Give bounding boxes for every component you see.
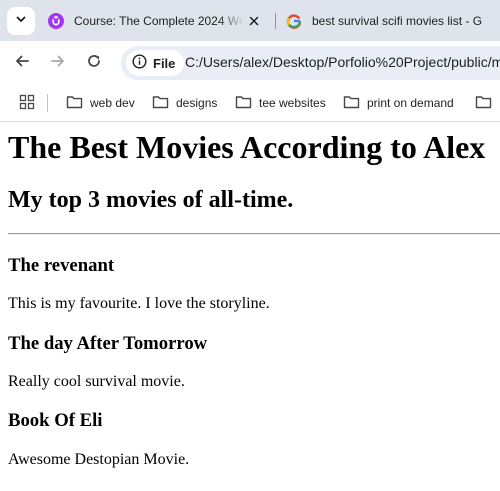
- google-icon: [286, 13, 302, 29]
- back-arrow-icon: [14, 53, 30, 74]
- tab-udemy-course[interactable]: Course: The Complete 2024 We: [44, 6, 270, 35]
- bookmark-label: designs: [176, 96, 218, 110]
- tab-search-button[interactable]: [7, 7, 35, 35]
- movie-title: The revenant: [8, 255, 115, 276]
- bookmark-label: print on demand: [367, 96, 454, 110]
- bookmark-folder-designs[interactable]: designs: [152, 92, 217, 114]
- folder-icon: [66, 95, 83, 112]
- movie-description: This is my favourite. I love the storyli…: [8, 295, 270, 312]
- forward-button[interactable]: [44, 49, 72, 77]
- bookmarks-separator: [47, 94, 48, 112]
- bookmark-folder-web-dev[interactable]: web dev: [66, 92, 135, 114]
- bookmarks-bar: web dev designs tee websites print on de…: [0, 85, 500, 122]
- apps-grid-icon[interactable]: [19, 94, 35, 115]
- bookmark-folder-tee-websites[interactable]: tee websites: [235, 92, 326, 114]
- horizontal-rule: [8, 233, 500, 235]
- scheme-label: File: [153, 55, 176, 71]
- reload-icon: [86, 53, 102, 74]
- chevron-down-icon: [15, 12, 27, 30]
- bookmark-label: web dev: [90, 96, 135, 110]
- tab-strip: Course: The Complete 2024 We best surviv…: [0, 0, 500, 41]
- page-content: The Best Movies According to Alex My top…: [0, 122, 500, 491]
- udemy-icon: [48, 12, 64, 29]
- tab-google-search[interactable]: best survival scifi movies list - G: [282, 6, 500, 35]
- bookmark-folder-print-on-demand[interactable]: print on demand: [343, 92, 454, 114]
- movie-description: Awesome Destopian Movie.: [8, 451, 190, 468]
- reload-button[interactable]: [80, 49, 108, 77]
- browser-toolbar: File C:/Users/alex/Desktop/Porfolio%20Pr…: [0, 41, 500, 85]
- address-bar[interactable]: File C:/Users/alex/Desktop/Porfolio%20Pr…: [121, 46, 500, 80]
- site-info-button[interactable]: File: [126, 50, 185, 76]
- folder-icon: [152, 95, 169, 112]
- forward-arrow-icon: [50, 53, 66, 74]
- back-button[interactable]: [8, 49, 36, 77]
- page-title: The Best Movies According to Alex: [8, 129, 486, 165]
- url-text: C:/Users/alex/Desktop/Porfolio%20Project…: [185, 54, 500, 70]
- folder-icon: [235, 95, 252, 112]
- tab-title: best survival scifi movies list - G: [312, 13, 483, 28]
- info-icon: [132, 54, 147, 72]
- tab-divider: [275, 13, 276, 29]
- bookmark-label: tee websites: [259, 96, 326, 110]
- tab-title: Course: The Complete 2024 We: [74, 13, 244, 28]
- movie-description: Really cool survival movie.: [8, 373, 185, 390]
- page-subtitle: My top 3 movies of all-time.: [8, 187, 294, 213]
- movie-title: The day After Tomorrow: [8, 333, 208, 354]
- folder-icon: [475, 95, 492, 112]
- movie-title: Book Of Eli: [8, 410, 103, 431]
- folder-icon: [343, 95, 360, 112]
- bookmark-folder-partial[interactable]: [475, 92, 492, 114]
- close-icon[interactable]: [246, 13, 262, 29]
